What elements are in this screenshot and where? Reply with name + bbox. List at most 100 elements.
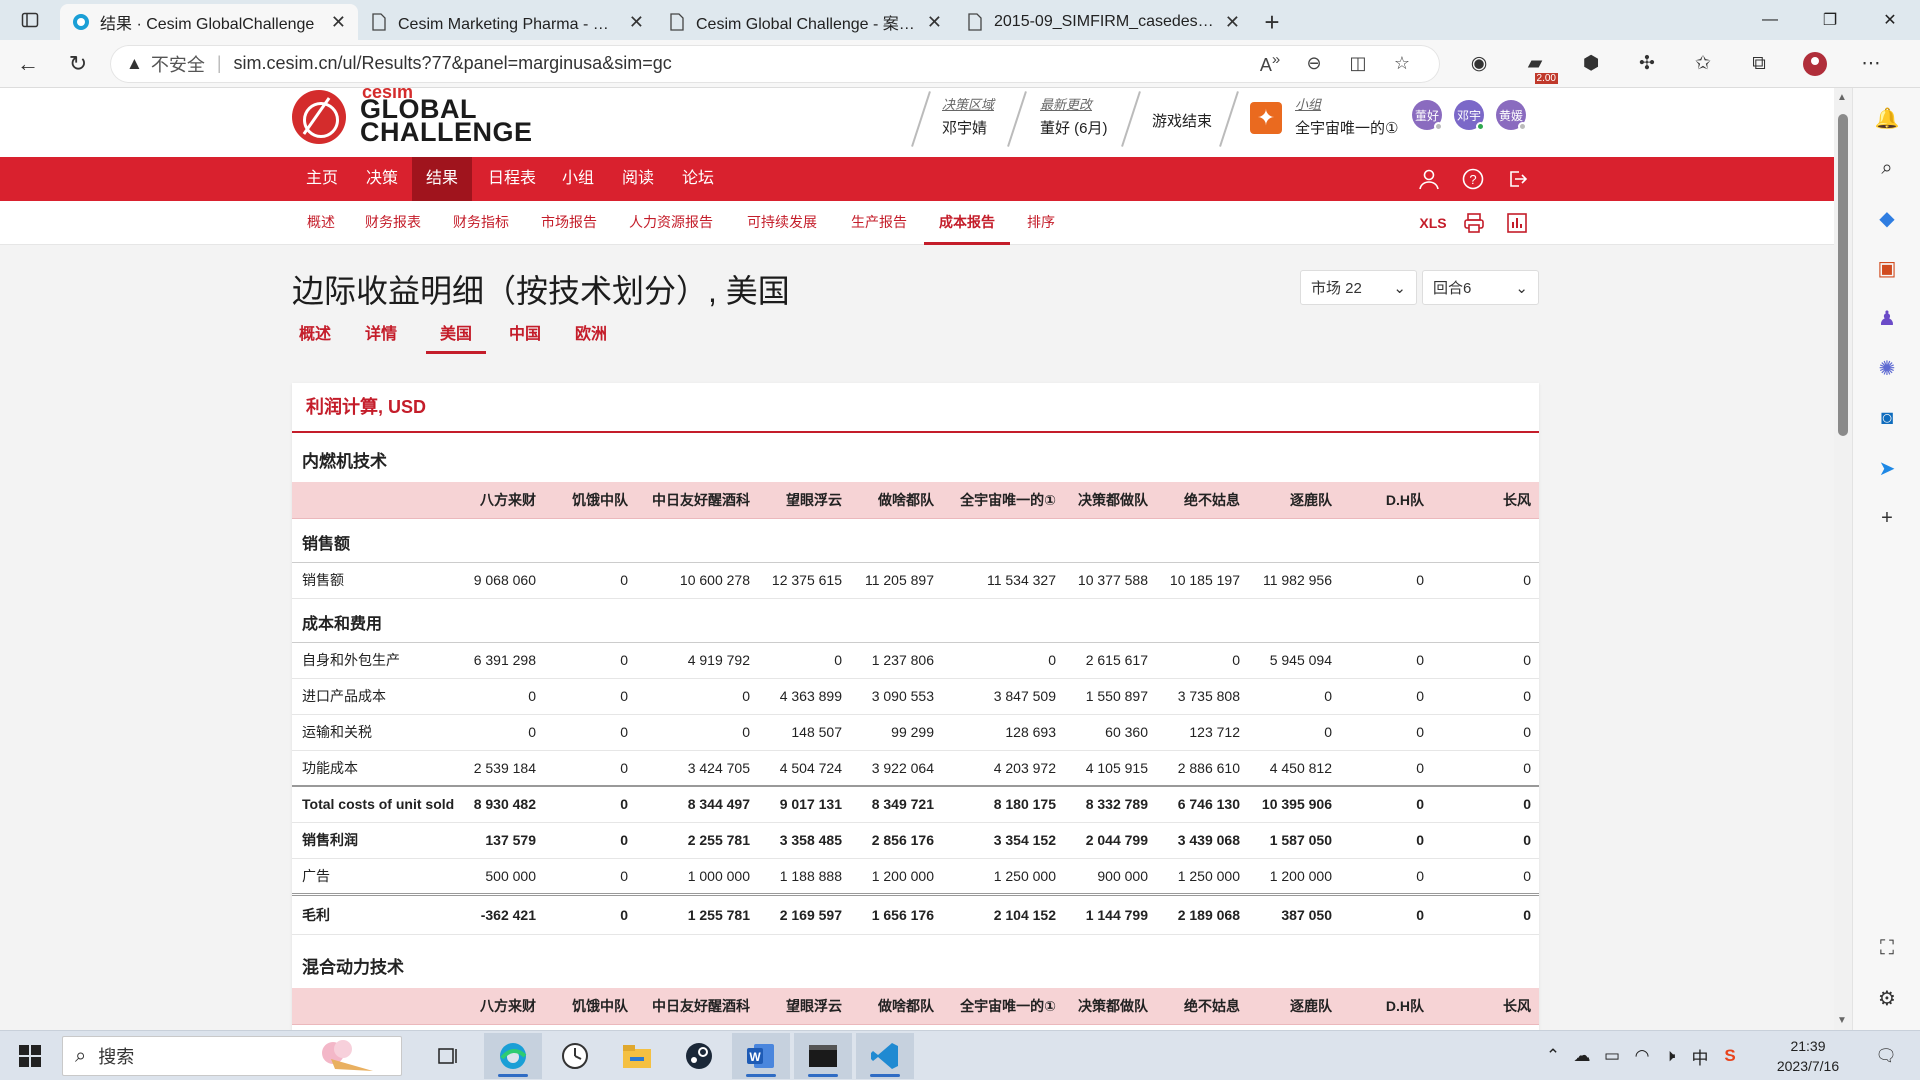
market-select[interactable]: 市场 22 ⌄: [1300, 270, 1417, 305]
subnav-hr-report[interactable]: 人力资源报告: [614, 201, 728, 245]
team-info[interactable]: 小组 全宇宙唯一的①: [1295, 94, 1398, 146]
nav-read[interactable]: 阅读: [608, 157, 668, 201]
browser-tab-pharma[interactable]: Cesim Marketing Pharma - 案例描 ✕: [358, 4, 656, 40]
notification-center-icon[interactable]: 🗨: [1866, 1031, 1906, 1080]
taskbar-word-icon[interactable]: W: [732, 1033, 790, 1079]
outlook-icon[interactable]: ◙: [1853, 398, 1920, 438]
tray-overflow-icon[interactable]: ⌃: [1540, 1031, 1566, 1080]
browser-tab-results[interactable]: 结果 · Cesim GlobalChallenge ✕: [60, 4, 358, 40]
last-change[interactable]: 最新更改 董好 (6月): [1040, 94, 1108, 146]
region-tab-usa[interactable]: 美国: [426, 320, 486, 354]
close-icon[interactable]: ✕: [331, 12, 346, 33]
taskbar-explorer-icon[interactable]: [608, 1033, 666, 1079]
round-select[interactable]: 回合6 ⌄: [1422, 270, 1539, 305]
subnav-overview[interactable]: 概述: [292, 201, 350, 245]
scroll-up-icon[interactable]: ▲: [1837, 92, 1847, 103]
close-icon[interactable]: ✕: [629, 12, 644, 33]
tab-actions-icon[interactable]: [0, 0, 60, 40]
warning-icon[interactable]: ▲: [126, 54, 143, 74]
scrollbar-thumb[interactable]: [1838, 114, 1848, 436]
collections-icon[interactable]: ⧉: [1732, 44, 1786, 84]
region-tab-china[interactable]: 中国: [502, 320, 548, 354]
task-view-icon[interactable]: [420, 1033, 478, 1079]
screenshot-icon[interactable]: ⛶: [1853, 928, 1920, 968]
user-icon[interactable]: [1415, 165, 1443, 193]
cesim-logo-icon[interactable]: [292, 90, 346, 144]
send-icon[interactable]: ➤: [1853, 448, 1920, 488]
subnav-cost-report[interactable]: 成本报告: [924, 201, 1010, 245]
back-icon[interactable]: ←: [6, 44, 50, 84]
volume-mute-icon[interactable]: 🕨: [1656, 1031, 1684, 1080]
nav-forum[interactable]: 论坛: [668, 157, 728, 201]
subnav-production-report[interactable]: 生产报告: [836, 201, 922, 245]
toolbox-icon[interactable]: ▣: [1853, 248, 1920, 288]
address-bar[interactable]: ▲ 不安全 | sim.cesim.cn/ul/Results?77&panel…: [110, 44, 1440, 83]
notification-bell-icon[interactable]: 🔔: [1853, 98, 1920, 138]
zoom-icon[interactable]: ⊖: [1292, 53, 1336, 74]
page-scrollbar[interactable]: ▲ ▼: [1834, 88, 1852, 1030]
taskbar-clock-icon[interactable]: [546, 1033, 604, 1079]
onedrive-icon[interactable]: ☁: [1568, 1031, 1596, 1080]
subnav-ranking[interactable]: 排序: [1012, 201, 1070, 245]
url-text[interactable]: sim.cesim.cn/ul/Results?77&panel=marginu…: [234, 53, 1248, 74]
region-tab-details[interactable]: 详情: [358, 320, 404, 354]
nav-results[interactable]: 结果: [412, 157, 473, 201]
taskbar-steam-icon[interactable]: [670, 1033, 728, 1079]
print-icon[interactable]: [1460, 211, 1488, 235]
logout-icon[interactable]: [1503, 165, 1531, 193]
battery-icon[interactable]: ▭: [1598, 1031, 1626, 1080]
extensions-puzzle-icon[interactable]: ✣: [1620, 44, 1674, 84]
nav-decisions[interactable]: 决策: [352, 157, 412, 201]
taskbar-search-box[interactable]: ⌕ 搜索: [62, 1036, 402, 1076]
close-icon[interactable]: ✕: [1225, 12, 1240, 33]
avatar[interactable]: 黄媛: [1496, 100, 1527, 131]
nav-schedule[interactable]: 日程表: [474, 157, 550, 201]
xls-export-button[interactable]: XLS: [1418, 211, 1448, 235]
add-icon[interactable]: +: [1853, 498, 1920, 538]
nav-team[interactable]: 小组: [548, 157, 608, 201]
subnav-market-report[interactable]: 市场报告: [526, 201, 612, 245]
profile-avatar-icon[interactable]: [1788, 44, 1842, 84]
decision-area[interactable]: 决策区域 邓宇婧: [942, 94, 994, 146]
taskbar-vscode-icon[interactable]: [856, 1033, 914, 1079]
browser-tab-global[interactable]: Cesim Global Challenge - 案例描 ✕: [656, 4, 954, 40]
split-screen-icon[interactable]: ◫: [1336, 53, 1380, 74]
close-icon[interactable]: ✕: [927, 12, 942, 33]
games-icon[interactable]: ♟: [1853, 298, 1920, 338]
sogou-input-icon[interactable]: S: [1716, 1031, 1744, 1080]
taskbar-edge-icon[interactable]: [484, 1033, 542, 1079]
browser-tab-simfirm[interactable]: 2015-09_SIMFIRM_casedesc_cn.a ✕: [954, 4, 1252, 40]
window-close-icon[interactable]: ✕: [1860, 0, 1920, 40]
scroll-down-icon[interactable]: ▼: [1837, 1015, 1847, 1026]
taskbar-terminal-icon[interactable]: [794, 1033, 852, 1079]
avatar[interactable]: 邓宇: [1454, 100, 1485, 131]
windows-start-icon[interactable]: [8, 1036, 52, 1076]
copilot-icon[interactable]: ✺: [1853, 348, 1920, 388]
search-icon[interactable]: ⌕: [1853, 148, 1920, 188]
favorites-icon[interactable]: ✩: [1676, 44, 1730, 84]
settings-icon[interactable]: ⚙: [1853, 978, 1920, 1018]
restore-icon[interactable]: ❐: [1800, 0, 1860, 40]
wifi-icon[interactable]: ◠: [1628, 1031, 1656, 1080]
shield-extension-icon[interactable]: ⬢: [1564, 44, 1618, 84]
subnav-financial-indicators[interactable]: 财务指标: [438, 201, 524, 245]
minimize-icon[interactable]: —: [1740, 0, 1800, 40]
extension-icon[interactable]: ◉: [1452, 44, 1506, 84]
refresh-icon[interactable]: ↻: [56, 44, 100, 84]
region-tab-overview[interactable]: 概述: [292, 320, 338, 354]
chart-icon[interactable]: [1503, 211, 1531, 235]
read-aloud-icon[interactable]: A»: [1248, 51, 1292, 76]
logo-text[interactable]: GLOBAL CHALLENGE: [360, 96, 533, 146]
favorite-star-icon[interactable]: ☆: [1380, 53, 1424, 74]
taskbar-clock[interactable]: 21:39 2023/7/16: [1762, 1036, 1854, 1076]
subnav-financial-statements[interactable]: 财务报表: [350, 201, 436, 245]
extension-badge-icon[interactable]: ▰ 2.00: [1508, 44, 1562, 84]
help-icon[interactable]: ?: [1459, 165, 1487, 193]
region-tab-europe[interactable]: 欧洲: [568, 320, 614, 354]
avatar[interactable]: 董好: [1412, 100, 1443, 131]
ime-indicator[interactable]: 中: [1686, 1031, 1714, 1080]
subnav-sustainability[interactable]: 可持续发展: [732, 201, 832, 245]
nav-home[interactable]: 主页: [292, 157, 352, 201]
tag-icon[interactable]: ◆: [1853, 198, 1920, 238]
new-tab-button[interactable]: +: [1252, 4, 1292, 40]
